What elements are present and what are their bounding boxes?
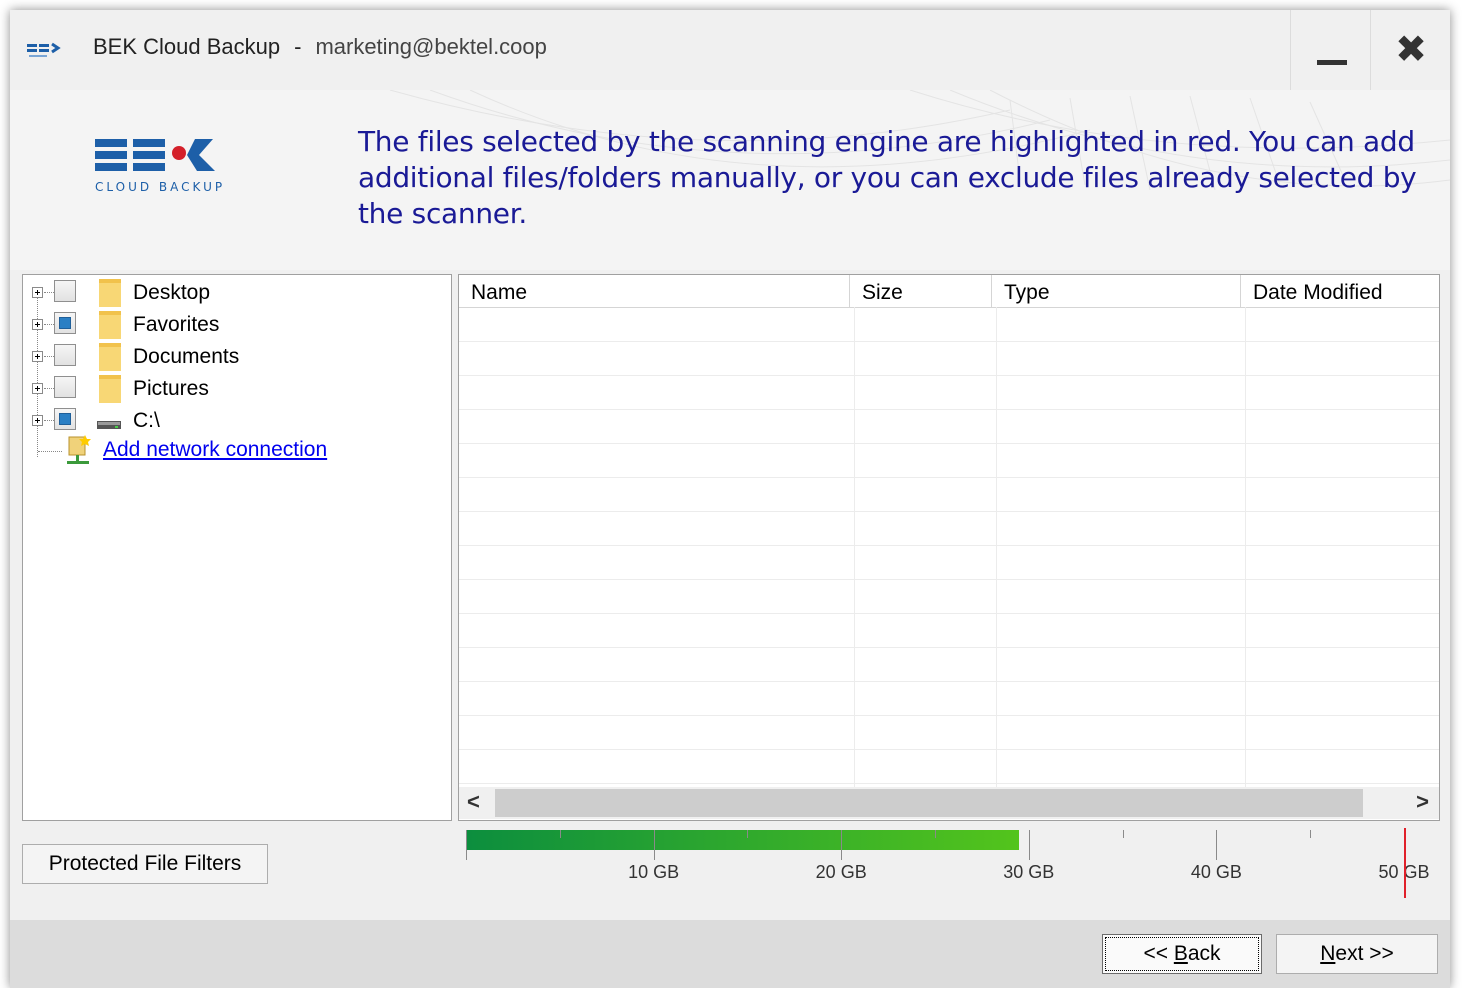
column-header-size[interactable]: Size [850,275,992,307]
tree-item-favorites[interactable]: Favorites [23,309,443,339]
title-separator: - [294,34,302,59]
grid-line [459,579,1439,580]
back-button[interactable]: << Back [1102,934,1262,974]
expand-icon[interactable] [32,383,43,394]
next-button[interactable]: Next >> [1276,934,1438,974]
gauge-tick [747,830,749,838]
app-icon [27,42,61,57]
gauge-tick [1122,830,1124,838]
gauge-tick [1216,830,1218,860]
gauge-tick [841,830,843,860]
next-button-accelerator: N [1320,942,1336,965]
expand-icon[interactable] [32,415,43,426]
minimize-button[interactable] [1290,10,1371,90]
checkbox-desktop[interactable] [54,280,76,302]
window-title: BEK Cloud Backup - marketing@bektel.coop [93,34,547,60]
tree-item-desktop[interactable]: Desktop [23,277,443,307]
folder-icon [99,311,121,339]
logo-subtext: CLOUD BACKUP [95,180,225,194]
gauge-tick-label: 20 GB [815,862,867,882]
gauge-tick [1028,830,1030,860]
storage-usage-fill [466,830,1020,850]
back-button-prefix: << [1143,942,1174,965]
column-header-name[interactable]: Name [459,275,850,307]
next-button-label: ext >> [1335,942,1394,965]
close-icon: ✖ [1395,29,1427,71]
app-window: BEK Cloud Backup - marketing@bektel.coop ✖ [10,10,1450,988]
gauge-tick [466,830,467,860]
grid-column-line [1245,307,1246,787]
file-list[interactable]: Name Size Type Date Modified < > [458,274,1440,821]
drive-icon [97,421,121,429]
folder-icon [99,343,121,371]
checkbox-c-drive[interactable] [54,408,76,430]
grid-line [459,443,1439,444]
storage-limit-marker [1404,828,1406,898]
back-button-label: ack [1187,942,1221,965]
grid-line [459,647,1439,648]
wizard-footer: << Back Next >> [10,920,1450,988]
account-email: marketing@bektel.coop [315,34,547,59]
grid-line [459,783,1439,784]
tree-item-label: Pictures [133,377,209,400]
storage-usage-gauge: 10 GB 20 GB 30 GB 40 GB 50 GB [466,820,1434,900]
grid-line [459,477,1439,478]
gauge-tick [1310,830,1312,838]
bek-logo: CLOUD BACKUP [95,139,225,194]
gauge-tick [935,830,936,838]
grid-column-line [996,307,997,787]
close-button[interactable]: ✖ [1370,10,1450,90]
instruction-text: The files selected by the scanning engin… [358,125,1417,230]
scroll-right-icon[interactable]: > [1416,789,1429,815]
tree-item-c-drive[interactable]: C:\ [23,405,443,435]
header-banner: CLOUD BACKUP The files selected by the s… [10,90,1450,270]
protected-file-filters-button[interactable]: Protected File Filters [22,844,268,884]
grid-line [459,749,1439,750]
scrollbar-thumb[interactable] [495,789,1363,817]
minimize-icon [1317,60,1347,65]
grid-line [459,511,1439,512]
expand-icon[interactable] [32,319,43,330]
tree-item-documents[interactable]: Documents [23,341,443,371]
gauge-tick-label: 30 GB [1003,862,1055,882]
column-header-date-modified[interactable]: Date Modified [1241,275,1439,307]
gauge-tick [653,830,655,860]
gauge-tick [559,830,561,838]
add-network-connection-link[interactable]: Add network connection [103,438,327,462]
folder-icon [99,375,121,403]
grid-line [459,715,1439,716]
folder-icon [99,279,121,307]
tree-item-label: Desktop [133,281,211,304]
app-name: BEK Cloud Backup [93,34,281,59]
grid-line [459,545,1439,546]
back-button-accelerator: B [1173,942,1188,965]
checkbox-favorites[interactable] [54,312,76,334]
tree-item-label: Favorites [133,313,220,336]
grid-line [459,409,1439,410]
file-list-header: Name Size Type Date Modified [459,275,1439,308]
tree-item-pictures[interactable]: Pictures [23,373,443,403]
checkbox-documents[interactable] [54,344,76,366]
horizontal-scrollbar[interactable]: < > [459,787,1439,819]
checkbox-pictures[interactable] [54,376,76,398]
column-header-type[interactable]: Type [992,275,1241,307]
network-connection-icon [67,435,91,464]
grid-line [459,375,1439,376]
title-bar[interactable]: BEK Cloud Backup - marketing@bektel.coop ✖ [10,10,1450,90]
grid-line [459,681,1439,682]
tree-item-label: C:\ [133,409,160,432]
gauge-tick-label: 10 GB [628,862,680,882]
grid-line [459,341,1439,342]
scroll-left-icon[interactable]: < [467,789,480,815]
expand-icon[interactable] [32,351,43,362]
expand-icon[interactable] [32,287,43,298]
grid-column-line [854,307,855,787]
folder-tree[interactable]: Desktop Favorites Documents Pictures C:\… [22,274,452,821]
gauge-tick-label: 40 GB [1190,862,1242,882]
tree-item-label: Documents [133,345,240,368]
grid-line [459,613,1439,614]
